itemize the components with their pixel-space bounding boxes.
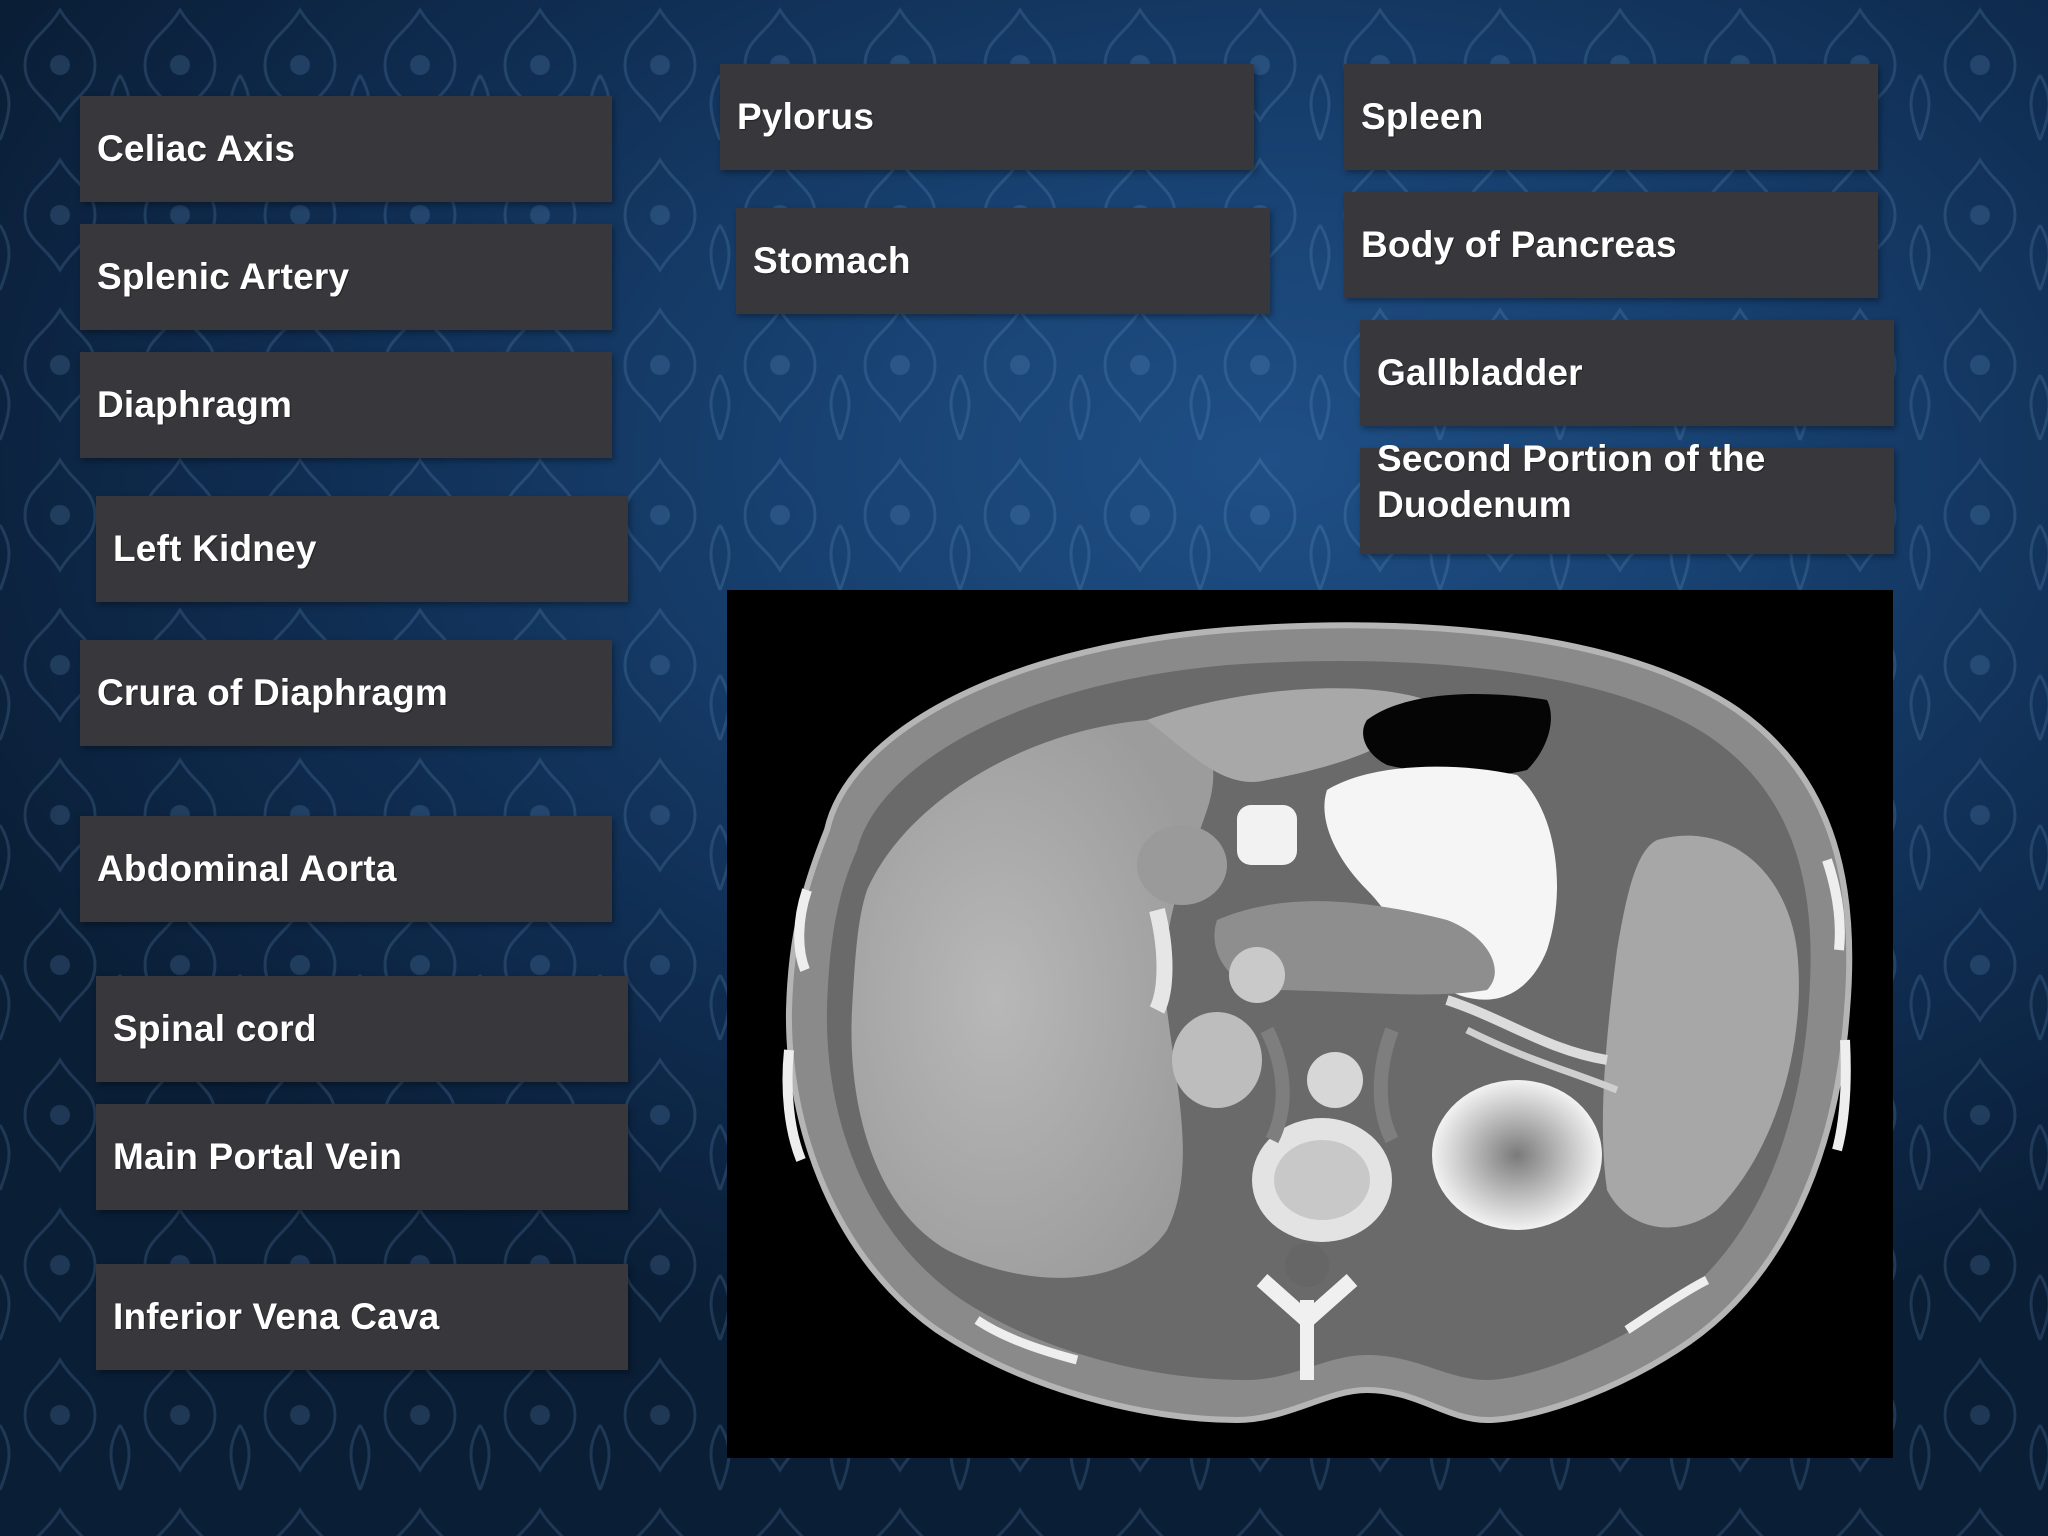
label-text: Left Kidney: [113, 528, 317, 569]
label-gallbladder[interactable]: Gallbladder: [1360, 320, 1894, 426]
label-text-block: Second Portion of the Duodenum: [1377, 436, 1766, 528]
label-main-portal-vein[interactable]: Main Portal Vein: [96, 1104, 628, 1210]
label-text: Body of Pancreas: [1361, 224, 1677, 265]
label-text: Inferior Vena Cava: [113, 1296, 440, 1337]
label-text: Abdominal Aorta: [97, 848, 397, 889]
ct-axial-abdomen-illustration: [782, 622, 1853, 1424]
label-text: Main Portal Vein: [113, 1136, 402, 1177]
label-text: Gallbladder: [1377, 352, 1583, 393]
label-body-of-pancreas[interactable]: Body of Pancreas: [1344, 192, 1878, 298]
label-spinal-cord[interactable]: Spinal cord: [96, 976, 628, 1082]
label-diaphragm[interactable]: Diaphragm: [80, 352, 612, 458]
label-text: Celiac Axis: [97, 128, 296, 169]
label-stomach[interactable]: Stomach: [736, 208, 1270, 314]
label-text: Stomach: [753, 240, 911, 281]
label-text: Spleen: [1361, 96, 1484, 137]
label-splenic-artery[interactable]: Splenic Artery: [80, 224, 612, 330]
label-left-kidney[interactable]: Left Kidney: [96, 496, 628, 602]
label-text: Splenic Artery: [97, 256, 350, 297]
label-second-portion-duodenum[interactable]: Second Portion of the Duodenum: [1360, 438, 1894, 554]
label-pylorus[interactable]: Pylorus: [720, 64, 1254, 170]
label-inferior-vena-cava[interactable]: Inferior Vena Cava: [96, 1264, 628, 1370]
label-text: Crura of Diaphragm: [97, 672, 449, 713]
label-text: Spinal cord: [113, 1008, 317, 1049]
label-text-line-1: Second Portion of the: [1377, 438, 1766, 479]
ct-scan-image: [727, 590, 1893, 1458]
label-text: Diaphragm: [97, 384, 293, 425]
label-text-line-2: Duodenum: [1377, 484, 1572, 525]
label-celiac-axis[interactable]: Celiac Axis: [80, 96, 612, 202]
label-abdominal-aorta[interactable]: Abdominal Aorta: [80, 816, 612, 922]
label-spleen[interactable]: Spleen: [1344, 64, 1878, 170]
label-text: Pylorus: [737, 96, 875, 137]
label-crura-of-diaphragm[interactable]: Crura of Diaphragm: [80, 640, 612, 746]
